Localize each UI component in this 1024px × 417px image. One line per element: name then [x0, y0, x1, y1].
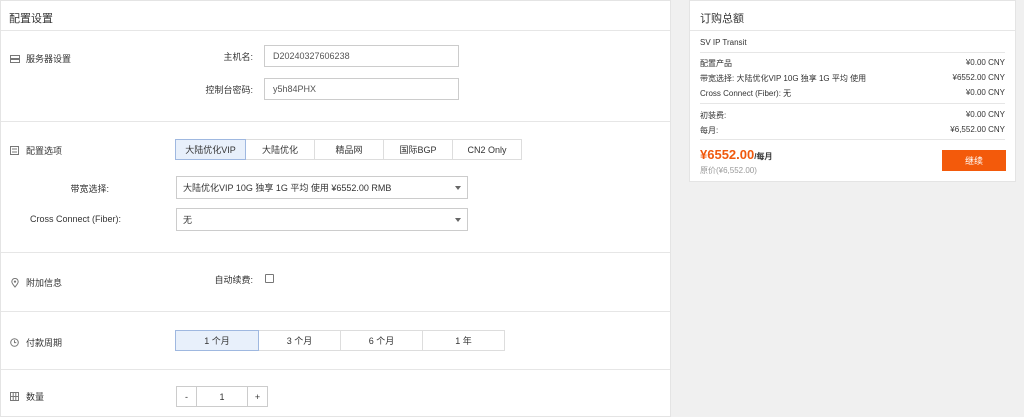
- bandwidth-select[interactable]: 大陆优化VIP 10G 独享 1G 平均 使用 ¥6552.00 RMB: [176, 176, 468, 199]
- divider: [1, 311, 670, 312]
- section-server-label: 服务器设置: [26, 54, 72, 64]
- hostname-label: 主机名:: [223, 52, 253, 62]
- decrement-button[interactable]: -: [176, 386, 197, 407]
- quantity-stepper: - 1 +: [176, 386, 268, 407]
- password-label: 控制台密码:: [205, 85, 253, 95]
- bandwidth-value: 大陆优化VIP 10G 独享 1G 平均 使用 ¥6552.00 RMB: [183, 183, 392, 193]
- auto-renew-label: 自动续费:: [214, 275, 253, 285]
- divider: [700, 52, 1005, 53]
- list-icon: [9, 146, 20, 155]
- quantity-input[interactable]: 1: [196, 386, 248, 407]
- total-period: /每月: [754, 152, 773, 161]
- section-billing-label: 付款周期: [26, 338, 63, 348]
- monthly-row: 每月: ¥6,552.00 CNY: [700, 125, 1005, 136]
- config-title: 配置设置: [9, 13, 53, 25]
- cycle-1-year[interactable]: 1 年: [422, 330, 505, 351]
- section-server: 服务器设置: [9, 52, 71, 65]
- divider: [690, 30, 1015, 31]
- tab-cn2-only[interactable]: CN2 Only: [452, 139, 522, 160]
- section-addon-label: 附加信息: [26, 278, 63, 288]
- clock-icon: [9, 338, 20, 347]
- cycle-6-month[interactable]: 6 个月: [340, 330, 423, 351]
- divider: [1, 369, 670, 370]
- bandwidth-label: 带宽选择:: [70, 184, 109, 194]
- summary-row-value: ¥0.00 CNY: [965, 88, 1005, 97]
- cycle-1-month[interactable]: 1 个月: [175, 330, 259, 351]
- divider: [700, 139, 1005, 140]
- summary-row-value: ¥6552.00 CNY: [952, 73, 1005, 82]
- summary-row: 配置产品 ¥0.00 CNY: [700, 58, 1005, 69]
- setup-fee-value: ¥0.00 CNY: [965, 110, 1005, 119]
- product-name: SV IP Transit: [700, 38, 747, 47]
- total-price: ¥6552.00/每月: [700, 147, 773, 162]
- section-quantity: 数量: [9, 390, 44, 403]
- section-options: 配置选项: [9, 144, 62, 157]
- section-addon: 附加信息: [9, 276, 62, 289]
- summary-row: 带宽选择: 大陆优化VIP 10G 独享 1G 平均 使用 ¥6552.00 C…: [700, 73, 1005, 84]
- server-icon: [9, 54, 20, 63]
- tab-intl-bgp[interactable]: 国际BGP: [383, 139, 453, 160]
- summary-title: 订购总额: [700, 13, 744, 25]
- billing-tabs: 1 个月 3 个月 6 个月 1 年: [175, 330, 505, 351]
- divider: [1, 252, 670, 253]
- divider: [1, 121, 670, 122]
- monthly-label: 每月:: [700, 126, 719, 135]
- summary-row-value: ¥0.00 CNY: [965, 58, 1005, 67]
- hostname-input[interactable]: [264, 45, 459, 67]
- summary-panel: 订购总额 SV IP Transit 配置产品 ¥0.00 CNY 带宽选择: …: [689, 0, 1016, 182]
- auto-renew-checkbox[interactable]: [265, 274, 274, 283]
- network-tabs: 大陆优化VIP 大陆优化 精品网 国际BGP CN2 Only: [175, 139, 522, 160]
- summary-row-label: 配置产品: [700, 59, 732, 68]
- cycle-3-month[interactable]: 3 个月: [258, 330, 341, 351]
- tab-mainland-vip[interactable]: 大陆优化VIP: [175, 139, 246, 160]
- summary-row-label: Cross Connect (Fiber): 无: [700, 89, 792, 98]
- grid-icon: [9, 392, 20, 401]
- setup-fee-label: 初装费:: [700, 111, 727, 120]
- original-price: 原价(¥6,552.00): [700, 166, 757, 175]
- location-pin-icon: [9, 277, 20, 288]
- summary-row-label: 带宽选择: 大陆优化VIP 10G 独享 1G 平均 使用: [700, 74, 867, 83]
- section-options-label: 配置选项: [26, 146, 63, 156]
- divider: [700, 103, 1005, 104]
- chevron-down-icon: [455, 185, 461, 190]
- continue-button[interactable]: 继续: [942, 150, 1006, 171]
- cross-connect-value: 无: [183, 215, 193, 225]
- chevron-down-icon: [455, 217, 461, 222]
- section-quantity-label: 数量: [26, 392, 45, 402]
- password-input[interactable]: [264, 78, 459, 100]
- setup-fee-row: 初装费: ¥0.00 CNY: [700, 110, 1005, 121]
- config-panel: 配置设置 服务器设置 主机名: 控制台密码: 配置选项 大陆优化VIP 大陆优化…: [0, 0, 671, 417]
- cross-connect-select[interactable]: 无: [176, 208, 468, 231]
- cross-connect-label: Cross Connect (Fiber):: [29, 214, 121, 224]
- section-billing: 付款周期: [9, 336, 62, 349]
- monthly-value: ¥6,552.00 CNY: [950, 125, 1005, 134]
- tab-mainland[interactable]: 大陆优化: [245, 139, 315, 160]
- divider: [1, 30, 670, 31]
- tab-premium[interactable]: 精品网: [314, 139, 384, 160]
- summary-row: Cross Connect (Fiber): 无 ¥0.00 CNY: [700, 88, 1005, 99]
- increment-button[interactable]: +: [247, 386, 268, 407]
